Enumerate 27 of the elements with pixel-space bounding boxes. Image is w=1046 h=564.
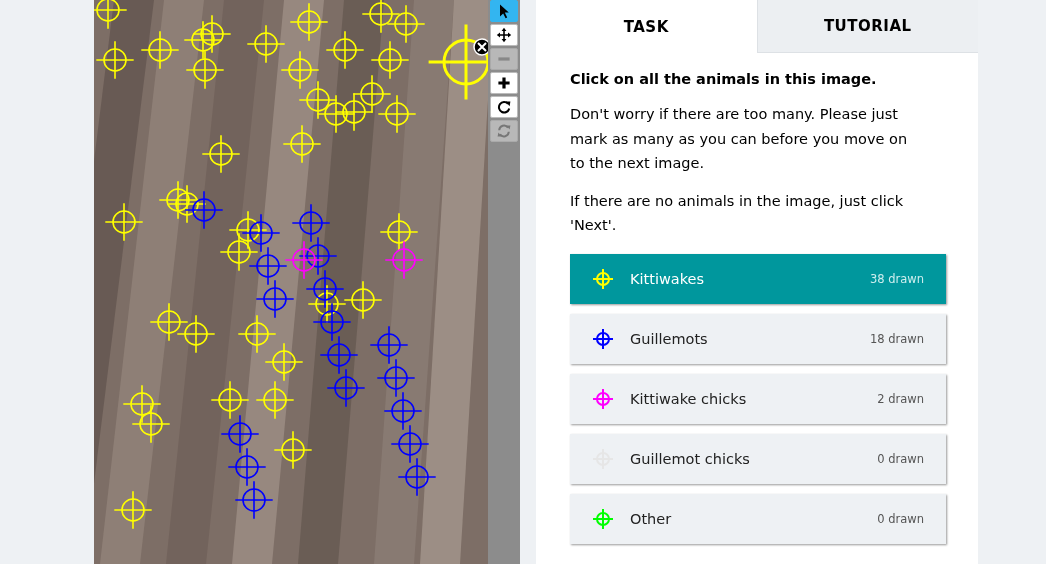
task-question: Click on all the animals in this image. bbox=[570, 71, 878, 87]
drawn-count: 38 drawn bbox=[869, 271, 924, 286]
help-text: Don't worry if there are too many. Please just mark as many as you can before you move on to the next image. bbox=[570, 105, 909, 173]
tool-button[interactable]: Kittiwake chicks 2 drawn bbox=[570, 373, 946, 424]
tool-button[interactable]: Other 0 drawn bbox=[570, 493, 946, 544]
tool-button[interactable]: Guillemot chicks 0 drawn bbox=[570, 433, 946, 484]
drawn-count: 18 drawn bbox=[869, 331, 924, 346]
tool-label: Kittiwakes bbox=[630, 270, 706, 287]
tool-label: Guillemots bbox=[630, 330, 709, 347]
tool-label: Other bbox=[630, 510, 673, 527]
help-text: If there are no animals in the image, just click 'Next'. bbox=[570, 191, 905, 235]
reset-icon bbox=[496, 123, 512, 139]
toolbar-button[interactable] bbox=[490, 96, 518, 118]
tool-label: Kittiwake chicks bbox=[630, 390, 748, 407]
drawn-count: 0 drawn bbox=[877, 511, 924, 526]
tool-button[interactable]: Kittiwakes 38 drawn bbox=[570, 253, 946, 304]
drawn-count: 2 drawn bbox=[877, 391, 924, 406]
zoom-in-icon bbox=[496, 75, 512, 91]
move-icon bbox=[496, 27, 512, 43]
toolbar-button[interactable] bbox=[490, 72, 518, 94]
toolbar-button[interactable] bbox=[490, 0, 518, 22]
rotate-icon bbox=[496, 99, 512, 115]
toolbar-button[interactable] bbox=[490, 24, 518, 46]
tool-label: Guillemot chicks bbox=[630, 450, 751, 467]
tool-button[interactable]: Guillemots 18 drawn bbox=[570, 313, 946, 364]
tab[interactable]: TUTORIAL bbox=[756, 0, 978, 53]
drawn-count: 0 drawn bbox=[877, 451, 924, 466]
